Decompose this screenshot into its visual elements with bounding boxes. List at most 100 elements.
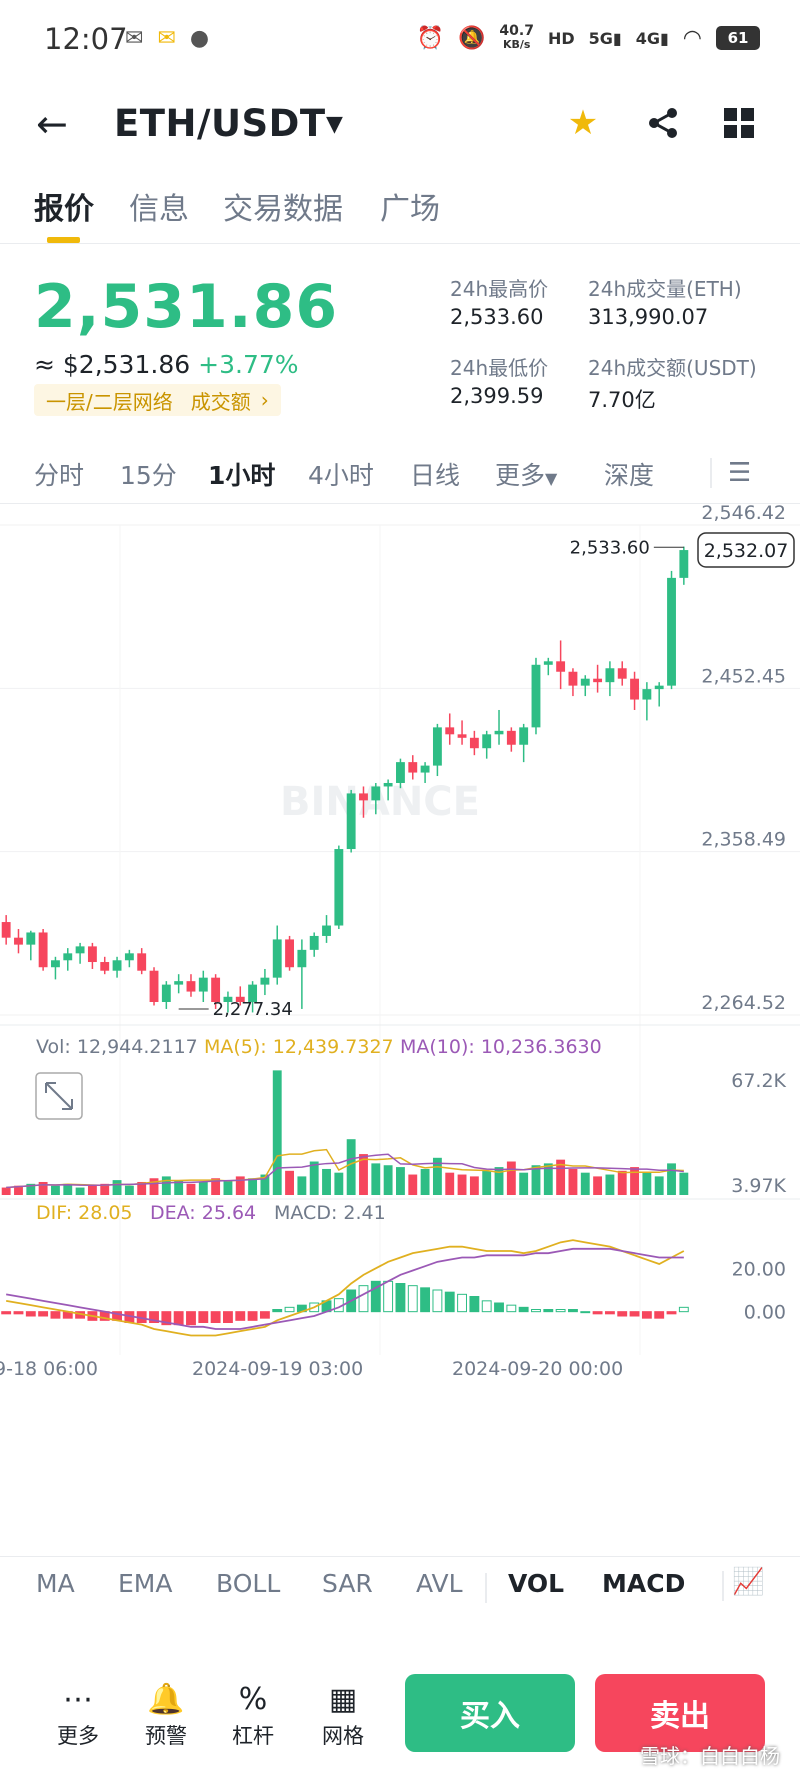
candle bbox=[1, 922, 11, 938]
pair-title[interactable]: ETH/USDT bbox=[114, 102, 326, 145]
more-button[interactable]: ⋯ 更多 bbox=[43, 1680, 113, 1750]
volume-bar bbox=[1, 1187, 11, 1195]
volume-bar bbox=[51, 1185, 60, 1195]
divider bbox=[710, 458, 712, 488]
candle bbox=[346, 793, 356, 850]
buy-button[interactable]: 买入 bbox=[405, 1674, 575, 1752]
indicator-macd[interactable]: MACD bbox=[602, 1569, 685, 1598]
candle bbox=[679, 550, 689, 578]
candle bbox=[38, 932, 48, 968]
tag-volume[interactable]: 成交额 bbox=[191, 386, 251, 415]
chart-settings-icon[interactable]: ☰ bbox=[728, 458, 751, 488]
signal-4g-icon: 4G▮ bbox=[635, 28, 669, 48]
interval-1d[interactable]: 日线 bbox=[410, 456, 460, 492]
tags-bar[interactable]: 一层/二层网络 成交额 › bbox=[34, 384, 281, 416]
divider bbox=[485, 1573, 487, 1603]
macd-histogram-bar bbox=[481, 1300, 492, 1313]
volume-bar bbox=[87, 1185, 97, 1195]
indicator-boll[interactable]: BOLL bbox=[216, 1569, 280, 1598]
kline-chart[interactable]: 2,546.42 2,452.45 2,358.49 2,264.52 BINANCE 2… bbox=[0, 505, 800, 1555]
favorite-star-icon[interactable]: ★ bbox=[560, 100, 606, 146]
interval-more[interactable]: 更多▼ bbox=[495, 456, 557, 492]
volume-bar bbox=[297, 1176, 307, 1195]
macd-histogram-bar bbox=[432, 1289, 443, 1313]
indicator-vol[interactable]: VOL bbox=[508, 1569, 564, 1598]
indicator-avl[interactable]: AVL bbox=[416, 1569, 463, 1598]
back-arrow-icon[interactable]: ← bbox=[36, 104, 76, 144]
macd-histogram-bar bbox=[555, 1309, 566, 1313]
vol-usdt-label: 24h成交额(USDT) bbox=[588, 356, 757, 380]
macd-histogram-bar bbox=[395, 1283, 406, 1313]
alert-button[interactable]: 🔔 预警 bbox=[131, 1680, 201, 1750]
volume-bar bbox=[186, 1183, 196, 1195]
candle bbox=[322, 925, 331, 936]
indicator-settings-icon[interactable]: 📈 bbox=[732, 1567, 764, 1597]
macd-dif-label: DIF: 28.05 bbox=[36, 1202, 133, 1224]
volume-bar bbox=[568, 1168, 578, 1195]
more-dots-icon: ⋯ bbox=[63, 1682, 93, 1717]
net-speed: 40.7 KB/s bbox=[499, 23, 534, 51]
grid-button[interactable]: ▦ 网格 bbox=[308, 1680, 378, 1750]
macd-histogram-bar bbox=[223, 1311, 233, 1324]
caret-down-icon[interactable]: ▼ bbox=[326, 112, 343, 137]
candle bbox=[309, 935, 319, 950]
candle bbox=[396, 762, 405, 783]
macd-histogram-bar bbox=[235, 1311, 246, 1321]
source-watermark: 雪球：白白白杨 bbox=[640, 1744, 780, 1768]
price-axis-label: 2,452.45 bbox=[701, 665, 786, 687]
candle bbox=[642, 689, 652, 700]
macd-value-label: MACD: 2.41 bbox=[274, 1202, 386, 1224]
macd-histogram-bar bbox=[13, 1311, 24, 1315]
volume-bar bbox=[642, 1172, 652, 1195]
macd-histogram-bar bbox=[25, 1311, 36, 1317]
x-axis-label: 2024-09-20 00:00 bbox=[452, 1358, 623, 1380]
binance-watermark: BINANCE bbox=[280, 779, 480, 825]
volume-bar bbox=[272, 1070, 282, 1195]
candle bbox=[124, 953, 134, 961]
vol-ma10-label: MA(10): 10,236.3630 bbox=[400, 1036, 602, 1058]
candle bbox=[371, 786, 381, 801]
tab-square[interactable]: 广场 bbox=[380, 184, 440, 228]
indicator-ema[interactable]: EMA bbox=[118, 1569, 172, 1598]
macd-histogram-bar bbox=[38, 1311, 49, 1317]
volume-bar bbox=[112, 1180, 122, 1195]
interval-depth[interactable]: 深度 bbox=[604, 456, 654, 492]
tab-quote[interactable]: 报价 bbox=[34, 184, 94, 228]
indicator-tabs: MA EMA BOLL SAR AVL VOL MACD 📈 bbox=[0, 1556, 800, 1616]
interval-line[interactable]: 分时 bbox=[34, 456, 84, 492]
volume-bar bbox=[519, 1172, 529, 1195]
candle bbox=[63, 953, 73, 961]
macd-histogram-bar bbox=[444, 1291, 455, 1313]
volume-bar bbox=[506, 1161, 516, 1195]
candle bbox=[519, 727, 529, 745]
macd-histogram-bar bbox=[358, 1285, 369, 1313]
candle bbox=[617, 668, 627, 679]
macd-histogram-bar bbox=[247, 1311, 258, 1321]
price-axis-label: 2,546.42 bbox=[701, 505, 786, 524]
volume-bar bbox=[482, 1170, 492, 1195]
macd-axis-top: 20.00 bbox=[732, 1258, 786, 1280]
candle bbox=[100, 962, 110, 971]
leverage-button[interactable]: % 杠杆 bbox=[218, 1680, 288, 1750]
bell-icon: 🔔 bbox=[147, 1682, 185, 1717]
tab-info[interactable]: 信息 bbox=[129, 184, 189, 228]
x-axis-label: 2024-09-19 03:00 bbox=[192, 1358, 363, 1380]
interval-4h[interactable]: 4小时 bbox=[308, 456, 374, 492]
macd-histogram-bar bbox=[604, 1311, 615, 1315]
volume-bar bbox=[75, 1187, 85, 1195]
candle bbox=[51, 960, 60, 968]
grid-menu-icon[interactable] bbox=[716, 100, 762, 146]
indicator-sar[interactable]: SAR bbox=[322, 1569, 373, 1598]
high-label: 24h最高价 bbox=[450, 277, 549, 301]
tab-trade-data[interactable]: 交易数据 bbox=[223, 184, 343, 228]
tag-network[interactable]: 一层/二层网络 bbox=[46, 386, 173, 415]
indicator-ma[interactable]: MA bbox=[36, 1569, 75, 1598]
candle bbox=[605, 668, 615, 683]
candle bbox=[359, 793, 368, 801]
share-icon[interactable] bbox=[640, 100, 686, 146]
macd-histogram-bar bbox=[50, 1311, 61, 1319]
interval-15m[interactable]: 15分 bbox=[120, 456, 177, 492]
candle bbox=[482, 734, 492, 749]
volume-bar bbox=[396, 1167, 405, 1195]
interval-1h[interactable]: 1小时 bbox=[208, 456, 275, 492]
